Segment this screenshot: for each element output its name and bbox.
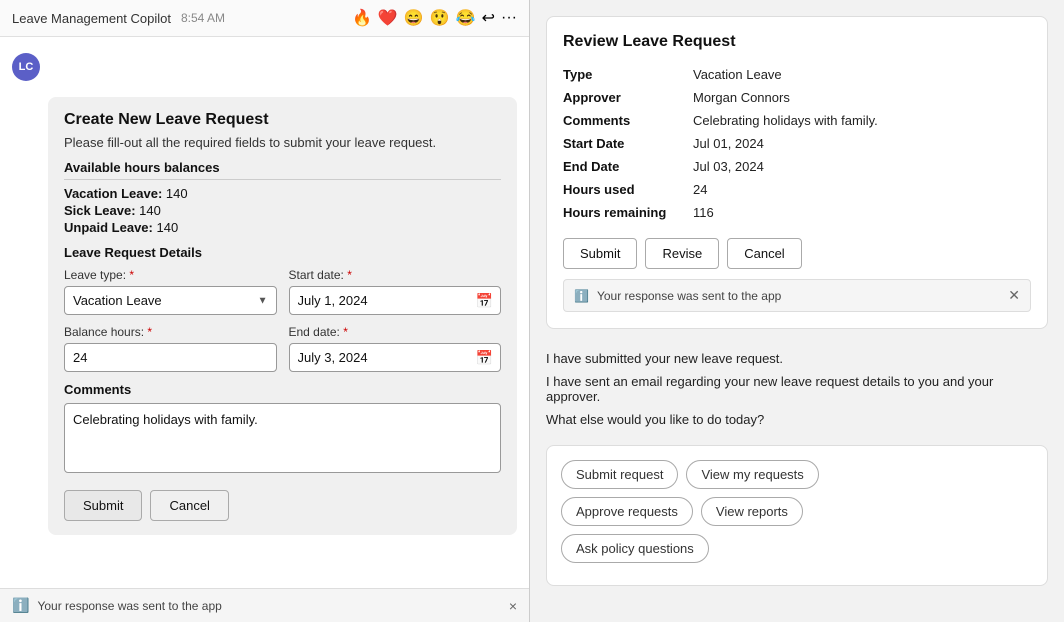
undo-icon[interactable]: ↩ (482, 8, 495, 28)
required-star-3: * (147, 325, 152, 339)
form-intro: Please fill-out all the required fields … (64, 135, 501, 150)
review-table-row: Hours used24 (563, 178, 1031, 201)
start-date-group: Start date: * 📅 (289, 268, 502, 315)
review-field-value: Jul 01, 2024 (693, 132, 1031, 155)
comments-textarea[interactable]: Celebrating holidays with family. (64, 403, 501, 473)
review-cancel-button[interactable]: Cancel (727, 238, 801, 269)
balance-vacation: Vacation Leave: 140 (64, 186, 501, 201)
review-table: TypeVacation LeaveApproverMorgan Connors… (563, 63, 1031, 224)
required-star-4: * (343, 325, 348, 339)
review-field-value: Morgan Connors (693, 86, 1031, 109)
review-table-row: TypeVacation Leave (563, 63, 1031, 86)
leave-type-group: Leave type: * Vacation Leave Sick Leave … (64, 268, 277, 315)
suggestion-row-1: Submit request View my requests (561, 460, 1033, 489)
emoji-laugh[interactable]: 😂 (456, 8, 476, 28)
emoji-wow[interactable]: 😲 (430, 8, 450, 28)
suggestion-submit-request[interactable]: Submit request (561, 460, 678, 489)
chat-msg-2: I have sent an email regarding your new … (546, 374, 1048, 404)
left-panel: Leave Management Copilot 8:54 AM 🔥 ❤️ 😄 … (0, 0, 530, 622)
info-icon: ℹ️ (12, 597, 29, 614)
start-date-wrapper[interactable]: 📅 (289, 286, 502, 315)
review-table-row: Hours remaining116 (563, 201, 1031, 224)
start-date-input[interactable] (289, 286, 502, 315)
suggestion-view-reports[interactable]: View reports (701, 497, 803, 526)
chat-msg-3: What else would you like to do today? (546, 412, 1048, 427)
suggestion-approve-requests[interactable]: Approve requests (561, 497, 693, 526)
comments-label: Comments (64, 382, 501, 397)
review-field-value: 24 (693, 178, 1031, 201)
form-row-1: Leave type: * Vacation Leave Sick Leave … (64, 268, 501, 315)
suggestion-row-3: Ask policy questions (561, 534, 1033, 563)
form-buttons: Submit Cancel (64, 490, 501, 521)
review-sent-bar: ℹ️ Your response was sent to the app ✕ (563, 279, 1031, 312)
review-field-label: Hours remaining (563, 201, 693, 224)
form-row-2: Balance hours: * End date: * 📅 (64, 325, 501, 372)
suggestion-row-2: Approve requests View reports (561, 497, 1033, 526)
review-field-label: Type (563, 63, 693, 86)
review-field-value: 116 (693, 201, 1031, 224)
review-field-value: Celebrating holidays with family. (693, 109, 1031, 132)
avatar: LC (12, 53, 40, 81)
review-table-row: CommentsCelebrating holidays with family… (563, 109, 1031, 132)
more-options-icon[interactable]: ··· (501, 9, 517, 27)
balance-hours-label: Balance hours: * (64, 325, 277, 339)
end-date-wrapper[interactable]: 📅 (289, 343, 502, 372)
review-field-label: End Date (563, 155, 693, 178)
chat-scroll: LC Create New Leave Request Please fill-… (0, 37, 529, 588)
end-date-input[interactable] (289, 343, 502, 372)
response-sent-bar: ℹ️ Your response was sent to the app × (0, 588, 529, 622)
required-star: * (129, 268, 134, 282)
review-field-label: Approver (563, 86, 693, 109)
review-sent-close[interactable]: ✕ (1008, 287, 1020, 304)
balance-hours-group: Balance hours: * (64, 325, 277, 372)
leave-type-label: Leave type: * (64, 268, 277, 282)
review-buttons: Submit Revise Cancel (563, 238, 1031, 269)
chat-header: Leave Management Copilot 8:54 AM 🔥 ❤️ 😄 … (0, 0, 529, 37)
suggestion-ask-policy[interactable]: Ask policy questions (561, 534, 709, 563)
leave-type-select[interactable]: Vacation Leave Sick Leave Unpaid Leave (65, 287, 276, 314)
review-table-row: ApproverMorgan Connors (563, 86, 1031, 109)
leave-type-select-wrapper[interactable]: Vacation Leave Sick Leave Unpaid Leave ▼ (64, 286, 277, 315)
response-sent-text: Your response was sent to the app (37, 599, 221, 613)
emoji-heart[interactable]: ❤️ (378, 8, 398, 28)
review-table-row: Start DateJul 01, 2024 (563, 132, 1031, 155)
right-panel: Review Leave Request TypeVacation LeaveA… (530, 0, 1064, 622)
balance-unpaid: Unpaid Leave: 140 (64, 220, 501, 235)
balance-hours-input[interactable] (64, 343, 277, 372)
emoji-fire[interactable]: 🔥 (352, 8, 372, 28)
info-icon-2: ℹ️ (574, 289, 589, 303)
review-revise-button[interactable]: Revise (645, 238, 719, 269)
chat-title: Leave Management Copilot (12, 11, 171, 26)
review-field-label: Start Date (563, 132, 693, 155)
details-title: Leave Request Details (64, 245, 501, 260)
review-field-label: Comments (563, 109, 693, 132)
form-bubble: Create New Leave Request Please fill-out… (48, 97, 517, 535)
form-submit-button[interactable]: Submit (64, 490, 142, 521)
review-title: Review Leave Request (563, 33, 1031, 51)
suggestions-card: Submit request View my requests Approve … (546, 445, 1048, 586)
review-card: Review Leave Request TypeVacation LeaveA… (546, 16, 1048, 329)
end-date-label: End date: * (289, 325, 502, 339)
review-table-row: End DateJul 03, 2024 (563, 155, 1031, 178)
form-heading: Create New Leave Request (64, 111, 501, 129)
required-star-2: * (347, 268, 352, 282)
review-submit-button[interactable]: Submit (563, 238, 637, 269)
chat-time: 8:54 AM (181, 11, 225, 25)
review-field-label: Hours used (563, 178, 693, 201)
response-close-button[interactable]: × (509, 598, 517, 614)
form-cancel-button[interactable]: Cancel (150, 490, 228, 521)
chat-msg-1: I have submitted your new leave request. (546, 351, 1048, 366)
balance-sick: Sick Leave: 140 (64, 203, 501, 218)
emoji-smile[interactable]: 😄 (404, 8, 424, 28)
end-date-group: End date: * 📅 (289, 325, 502, 372)
balances-title: Available hours balances (64, 160, 501, 180)
suggestion-view-my-requests[interactable]: View my requests (686, 460, 818, 489)
chat-messages: I have submitted your new leave request.… (546, 351, 1048, 435)
start-date-label: Start date: * (289, 268, 502, 282)
review-sent-text: Your response was sent to the app (597, 289, 781, 303)
header-icons: 🔥 ❤️ 😄 😲 😂 ↩ ··· (352, 8, 517, 28)
review-field-value: Jul 03, 2024 (693, 155, 1031, 178)
review-field-value: Vacation Leave (693, 63, 1031, 86)
